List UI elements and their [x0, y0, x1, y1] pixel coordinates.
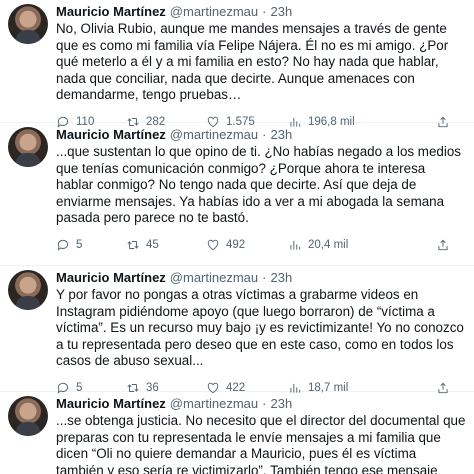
tweet-actions: 5 45 492 20,4 mil: [56, 231, 466, 259]
share-icon: [438, 239, 448, 251]
author-name[interactable]: Mauricio Martínez: [56, 396, 166, 412]
views-chart-icon: [290, 240, 301, 250]
retweet-count: 45: [146, 238, 159, 251]
timestamp[interactable]: 23h: [270, 396, 292, 412]
author-name[interactable]: Mauricio Martínez: [56, 4, 166, 20]
tweet[interactable]: Mauricio Martínez @martinezmau · 23h ...…: [0, 392, 474, 474]
separator-dot: ·: [262, 4, 267, 19]
tweet-header: Mauricio Martínez @martinezmau · 23h: [56, 123, 466, 143]
share-button[interactable]: [436, 238, 450, 252]
timestamp[interactable]: 23h: [270, 127, 292, 143]
avatar[interactable]: [8, 4, 48, 44]
avatar[interactable]: [8, 396, 48, 436]
timestamp[interactable]: 23h: [270, 4, 292, 20]
tweet-header: Mauricio Martínez @martinezmau · 23h: [56, 0, 466, 20]
views-button[interactable]: 20,4 mil: [288, 238, 388, 252]
timestamp[interactable]: 23h: [270, 270, 292, 286]
tweet-text: ...que sustentan lo que opino de ti. ¿No…: [56, 144, 461, 226]
tweet-header: Mauricio Martínez @martinezmau · 23h: [56, 392, 466, 412]
author-handle[interactable]: @martinezmau: [170, 396, 258, 412]
separator-dot: ·: [262, 127, 267, 142]
separator-dot: ·: [262, 270, 267, 285]
tweet-text: No, Olivia Rubio, aunque me mandes mensa…: [56, 21, 449, 103]
reply-count: 5: [76, 238, 83, 251]
tweet-header: Mauricio Martínez @martinezmau · 23h: [56, 266, 466, 286]
tweet-text: Y por favor no pongas a otras víctimas a…: [56, 287, 464, 369]
like-button[interactable]: 492: [206, 238, 288, 252]
author-handle[interactable]: @martinezmau: [170, 127, 258, 143]
author-name[interactable]: Mauricio Martínez: [56, 127, 166, 143]
retweet-button[interactable]: 45: [126, 238, 206, 252]
author-name[interactable]: Mauricio Martínez: [56, 270, 166, 286]
tweet[interactable]: Mauricio Martínez @martinezmau · 23h Y p…: [0, 266, 474, 394]
like-count: 492: [226, 238, 246, 251]
separator-dot: ·: [262, 396, 267, 411]
author-handle[interactable]: @martinezmau: [170, 4, 258, 20]
tweet-text: ...se obtenga justicia. No necesito que …: [56, 413, 466, 474]
tweet-feed: Mauricio Martínez @martinezmau · 23h No,…: [0, 0, 474, 474]
tweet[interactable]: Mauricio Martínez @martinezmau · 23h No,…: [0, 0, 474, 128]
retweet-icon: [127, 240, 139, 250]
heart-icon: [207, 239, 219, 251]
tweet[interactable]: Mauricio Martínez @martinezmau · 23h ...…: [0, 123, 474, 266]
avatar[interactable]: [8, 127, 48, 167]
reply-icon: [57, 239, 69, 251]
reply-button[interactable]: 5: [56, 238, 126, 252]
author-handle[interactable]: @martinezmau: [170, 270, 258, 286]
avatar[interactable]: [8, 270, 48, 310]
view-count: 20,4 mil: [308, 238, 349, 251]
